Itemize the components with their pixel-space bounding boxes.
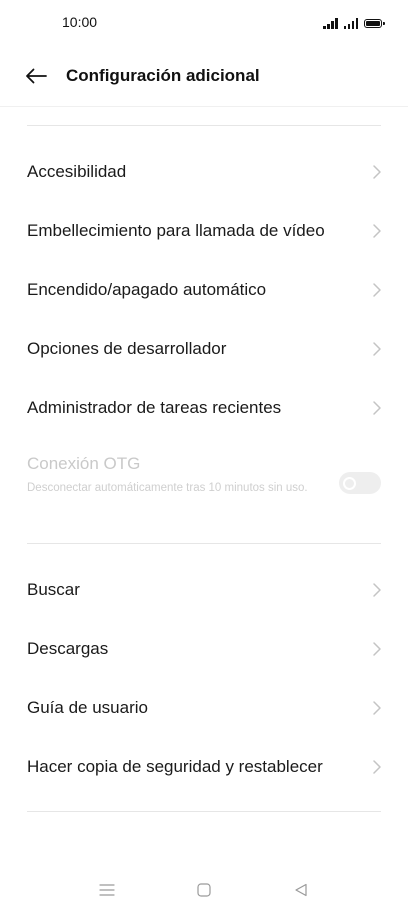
status-icons — [323, 15, 385, 29]
list-item-opciones-desarrollador[interactable]: Opciones de desarrollador — [0, 319, 408, 378]
list-item-label: Administrador de tareas recientes — [27, 397, 282, 417]
list-item-encendido-apagado[interactable]: Encendido/apagado automático — [0, 260, 408, 319]
signal-icon — [343, 17, 358, 29]
list-item-administrador-tareas[interactable]: Administrador de tareas recientes — [0, 378, 408, 437]
list-item-embellecimiento[interactable]: Embellecimiento para llamada de vídeo — [0, 201, 408, 260]
list-item-descargas[interactable]: Descargas — [0, 619, 408, 678]
chevron-right-icon — [373, 582, 381, 597]
chevron-right-icon — [373, 164, 381, 179]
list-item-label: Embellecimiento para llamada de vídeo — [27, 220, 325, 240]
back-button[interactable] — [20, 60, 52, 92]
status-bar: 10:00 — [0, 0, 408, 46]
signal-icon — [323, 17, 338, 29]
list-item-label: Opciones de desarrollador — [27, 338, 227, 358]
toggle-knob — [343, 477, 356, 490]
chevron-right-icon — [373, 759, 381, 774]
chevron-right-icon — [373, 400, 381, 415]
page-title: Configuración adicional — [66, 66, 260, 85]
list-item-label: Descargas — [27, 638, 109, 658]
battery-icon — [364, 19, 385, 28]
list-item-label: Encendido/apagado automático — [27, 279, 267, 299]
list-item-guia-usuario[interactable]: Guía de usuario — [0, 678, 408, 737]
list-item-label: Accesibilidad — [27, 161, 127, 181]
otg-title: Conexión OTG — [27, 454, 141, 473]
list-item-copia-seguridad[interactable]: Hacer copia de seguridad y restablecer — [0, 737, 408, 796]
otg-description: Desconectar automáticamente tras 10 minu… — [27, 482, 308, 494]
section-divider — [27, 125, 381, 126]
home-button[interactable] — [193, 879, 215, 901]
otg-setting: Conexión OTG Desconectar automáticamente… — [0, 446, 408, 526]
otg-toggle[interactable] — [339, 472, 381, 494]
app-bar: Configuración adicional — [0, 46, 408, 107]
chevron-right-icon — [373, 700, 381, 715]
list-item-accesibilidad[interactable]: Accesibilidad — [0, 142, 408, 201]
chevron-right-icon — [373, 282, 381, 297]
section-divider — [27, 811, 381, 812]
arrow-left-icon — [26, 68, 47, 84]
back-nav-button[interactable] — [290, 879, 312, 901]
section-divider — [27, 543, 381, 544]
menu-icon — [99, 884, 115, 896]
list-item-label: Buscar — [27, 579, 80, 599]
chevron-right-icon — [373, 223, 381, 238]
chevron-right-icon — [373, 641, 381, 656]
back-triangle-icon — [295, 883, 307, 897]
list-item-buscar[interactable]: Buscar — [0, 560, 408, 619]
list-item-label: Guía de usuario — [27, 697, 148, 717]
status-time: 10:00 — [62, 14, 98, 30]
navigation-bar — [0, 871, 408, 911]
list-item-label: Hacer copia de seguridad y restablecer — [27, 756, 323, 776]
chevron-right-icon — [373, 341, 381, 356]
recent-apps-button[interactable] — [96, 879, 118, 901]
home-icon — [197, 883, 211, 897]
